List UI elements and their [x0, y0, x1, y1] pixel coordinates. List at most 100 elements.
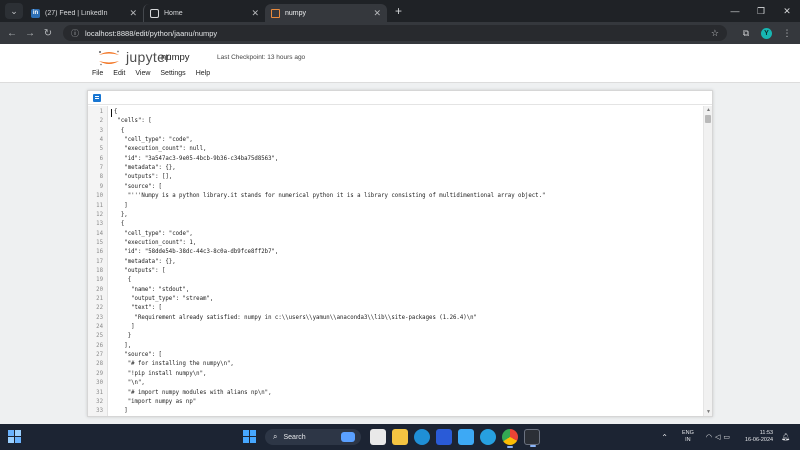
windows-taskbar: ⌕ Search ⌃ ENG IN ◠◁▭ 11:53 16-06-2024 🔔…: [0, 424, 800, 450]
url-text[interactable]: localhost:8888/edit/python/jaanu/numpy: [85, 29, 711, 38]
close-icon[interactable]: ✕: [129, 8, 137, 19]
reload-icon[interactable]: ↻: [39, 28, 57, 39]
line-number: 14: [96, 230, 103, 237]
code-line[interactable]: "source": [: [114, 184, 162, 190]
code-line[interactable]: "Requirement already satisfied: numpy in…: [114, 315, 477, 321]
address-bar[interactable]: ⓘ localhost:8888/edit/python/jaanu/numpy…: [63, 25, 727, 41]
code-line[interactable]: ]: [114, 324, 134, 330]
code-line[interactable]: {: [114, 128, 124, 134]
code-line[interactable]: "cell_type": "code",: [114, 137, 193, 143]
code-line[interactable]: "# for installing the numpy\n",: [114, 361, 234, 367]
code-line[interactable]: },: [114, 212, 128, 218]
code-line[interactable]: ],: [114, 343, 131, 349]
jupyter-header: jupyter numpy Last Checkpoint: 13 hours …: [0, 44, 800, 83]
vertical-scrollbar[interactable]: ▲ ▼: [703, 106, 712, 416]
close-window-icon[interactable]: ✕: [774, 6, 800, 17]
clock[interactable]: 11:53 16-06-2024: [745, 430, 773, 444]
site-info-icon[interactable]: ⓘ: [71, 28, 79, 39]
language-indicator[interactable]: ENG IN: [682, 430, 694, 444]
line-number: 3: [99, 127, 103, 134]
code-line[interactable]: ]: [114, 203, 127, 209]
scrollbar-thumb[interactable]: [705, 115, 711, 123]
browser-menu-kebab-icon[interactable]: ⋮: [778, 28, 796, 39]
code-line[interactable]: "!pip install numpy\n",: [114, 371, 207, 377]
edge-browser-icon[interactable]: [414, 429, 430, 445]
terminal-icon[interactable]: [524, 429, 540, 447]
forward-arrow-icon[interactable]: →: [21, 28, 39, 39]
file-type-icon: [93, 94, 101, 102]
store-icon[interactable]: [436, 429, 452, 445]
language-code: ENG: [681, 430, 694, 436]
code-line[interactable]: }: [114, 333, 131, 339]
code-line[interactable]: "metadata": {},: [114, 165, 175, 171]
menu-view[interactable]: View: [135, 70, 150, 77]
chrome-browser-icon[interactable]: [502, 429, 518, 448]
code-line[interactable]: "cell_type": "code",: [114, 231, 193, 237]
tab-search-chevron-icon[interactable]: ⌄: [5, 3, 23, 19]
scroll-up-arrow-icon[interactable]: ▲: [706, 107, 711, 113]
menu-help[interactable]: Help: [196, 70, 210, 77]
menu-edit[interactable]: Edit: [113, 70, 125, 77]
code-line[interactable]: "'''Numpy is a python library.it stands …: [114, 193, 546, 199]
code-line[interactable]: "# import numpy modules with alians np\n…: [114, 390, 272, 396]
tab-numpy[interactable]: numpy ✕: [265, 4, 387, 22]
code-line[interactable]: "id": "3a547ac3-9e05-4bcb-9b36-c34ba75d8…: [114, 156, 278, 162]
code-line[interactable]: "\n",: [114, 380, 145, 386]
widgets-icon[interactable]: [8, 430, 22, 444]
line-number: 17: [96, 258, 103, 265]
code-line[interactable]: "execution_count": null,: [114, 146, 206, 152]
wifi-volume-battery-icons[interactable]: ◠◁▭: [706, 433, 733, 441]
line-number: 11: [96, 202, 103, 209]
task-view-icon[interactable]: [370, 429, 386, 445]
code-line[interactable]: "name": "stdout",: [114, 287, 189, 293]
bookmark-star-icon[interactable]: ☆: [711, 28, 719, 39]
code-line[interactable]: "execution_count": 1,: [114, 240, 196, 246]
code-line[interactable]: "text": [: [114, 305, 162, 311]
tray-chevron-up-icon[interactable]: ⌃: [661, 433, 668, 442]
close-icon[interactable]: ✕: [251, 8, 259, 19]
line-number: 29: [96, 370, 103, 377]
back-arrow-icon[interactable]: ←: [3, 28, 21, 39]
menu-file[interactable]: File: [92, 70, 103, 77]
code-area[interactable]: 1 2 3 4 5 6 7 8 9 10 11 12 13 14 15 16 17 18 19 20 21 22 23 24 2…: [88, 106, 712, 416]
line-number: 21: [96, 296, 103, 302]
home-icon: [150, 8, 159, 18]
line-number: 24: [96, 324, 103, 331]
code-line[interactable]: {: [114, 221, 124, 227]
copilot-icon[interactable]: [480, 429, 496, 445]
close-icon[interactable]: ✕: [373, 8, 381, 19]
editor-toolbar: [88, 91, 712, 105]
text-cursor: [111, 109, 112, 117]
search-highlight-art: [341, 432, 355, 442]
start-windows-icon[interactable]: [243, 430, 257, 444]
code-line[interactable]: {: [114, 109, 117, 115]
code-line[interactable]: "cells": [: [114, 118, 151, 124]
code-line[interactable]: "outputs": [],: [114, 174, 172, 180]
menu-settings[interactable]: Settings: [160, 70, 185, 77]
code-line[interactable]: "id": "58dde54b-38dc-44c3-8c0a-db9fce8ff…: [114, 249, 278, 255]
minimize-icon[interactable]: —: [722, 6, 748, 16]
code-line[interactable]: "output_type": "stream",: [114, 296, 213, 302]
clock-date: 16-06-2024: [744, 437, 774, 443]
code-line[interactable]: {: [114, 277, 131, 283]
restore-icon[interactable]: ❐: [748, 6, 774, 17]
extensions-puzzle-icon[interactable]: ⧉: [737, 28, 755, 39]
line-number: 22: [96, 305, 103, 312]
scroll-down-arrow-icon[interactable]: ▼: [706, 409, 711, 415]
code-line[interactable]: ]: [114, 408, 127, 414]
weather-app-icon[interactable]: [458, 429, 474, 445]
code-line[interactable]: "outputs": [: [114, 268, 165, 274]
line-number: 19: [96, 277, 103, 284]
file-explorer-icon[interactable]: [392, 429, 408, 445]
notification-bell-icon[interactable]: 🔔︎: [781, 433, 790, 441]
profile-avatar[interactable]: Y: [761, 27, 772, 39]
code-line[interactable]: "metadata": {},: [114, 259, 175, 265]
taskbar-search-box[interactable]: ⌕ Search: [265, 429, 361, 445]
notebook-name[interactable]: numpy: [161, 52, 190, 63]
tab-home[interactable]: Home ✕: [143, 4, 265, 22]
code-line[interactable]: "import numpy as np": [114, 399, 197, 405]
region-code: IN: [685, 437, 691, 443]
new-tab-plus-icon[interactable]: +: [395, 4, 402, 18]
tab-linkedin[interactable]: in (27) Feed | LinkedIn ✕: [25, 4, 143, 22]
code-line[interactable]: "source": [: [114, 352, 162, 358]
